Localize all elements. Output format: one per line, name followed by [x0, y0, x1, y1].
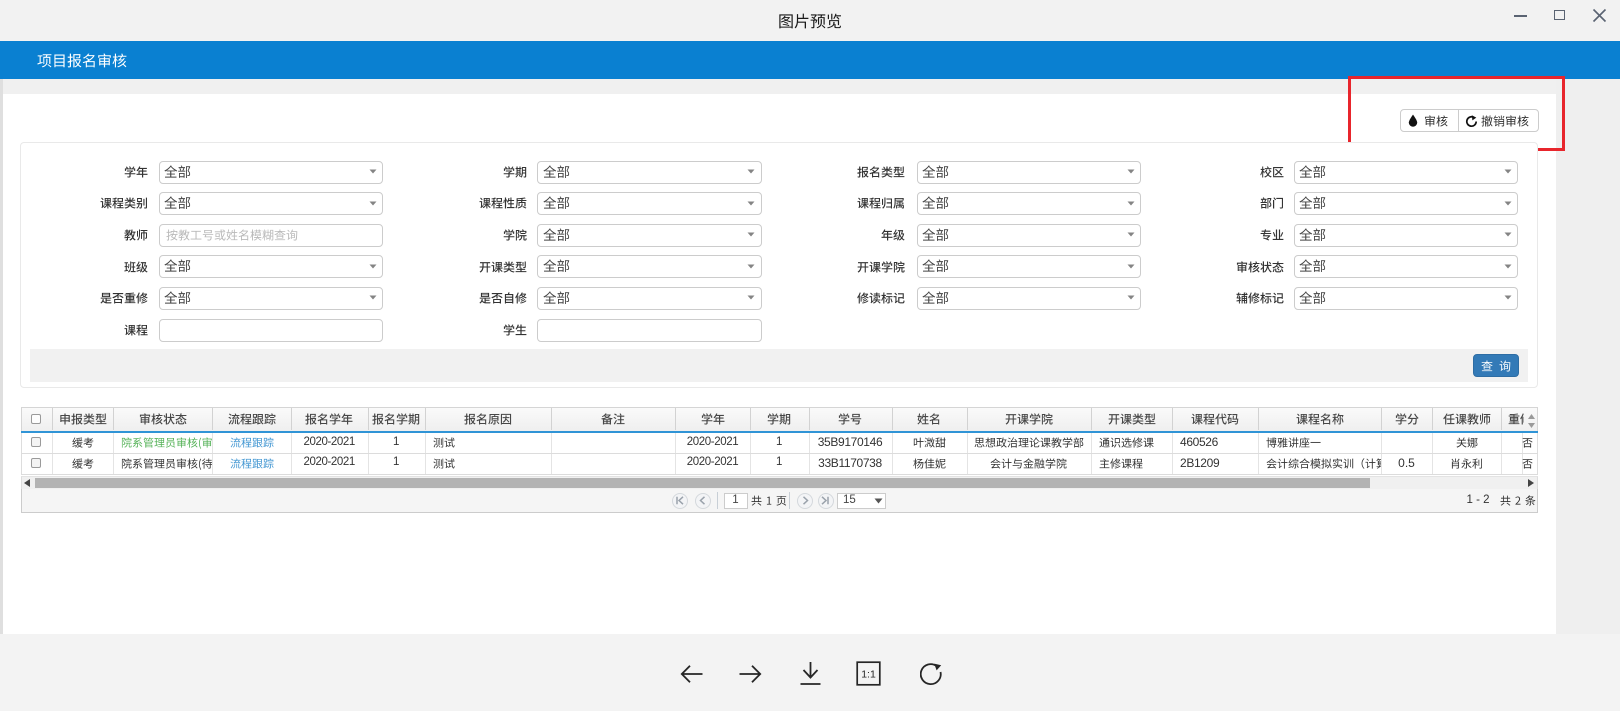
svg-text:1:1: 1:1	[861, 669, 876, 681]
